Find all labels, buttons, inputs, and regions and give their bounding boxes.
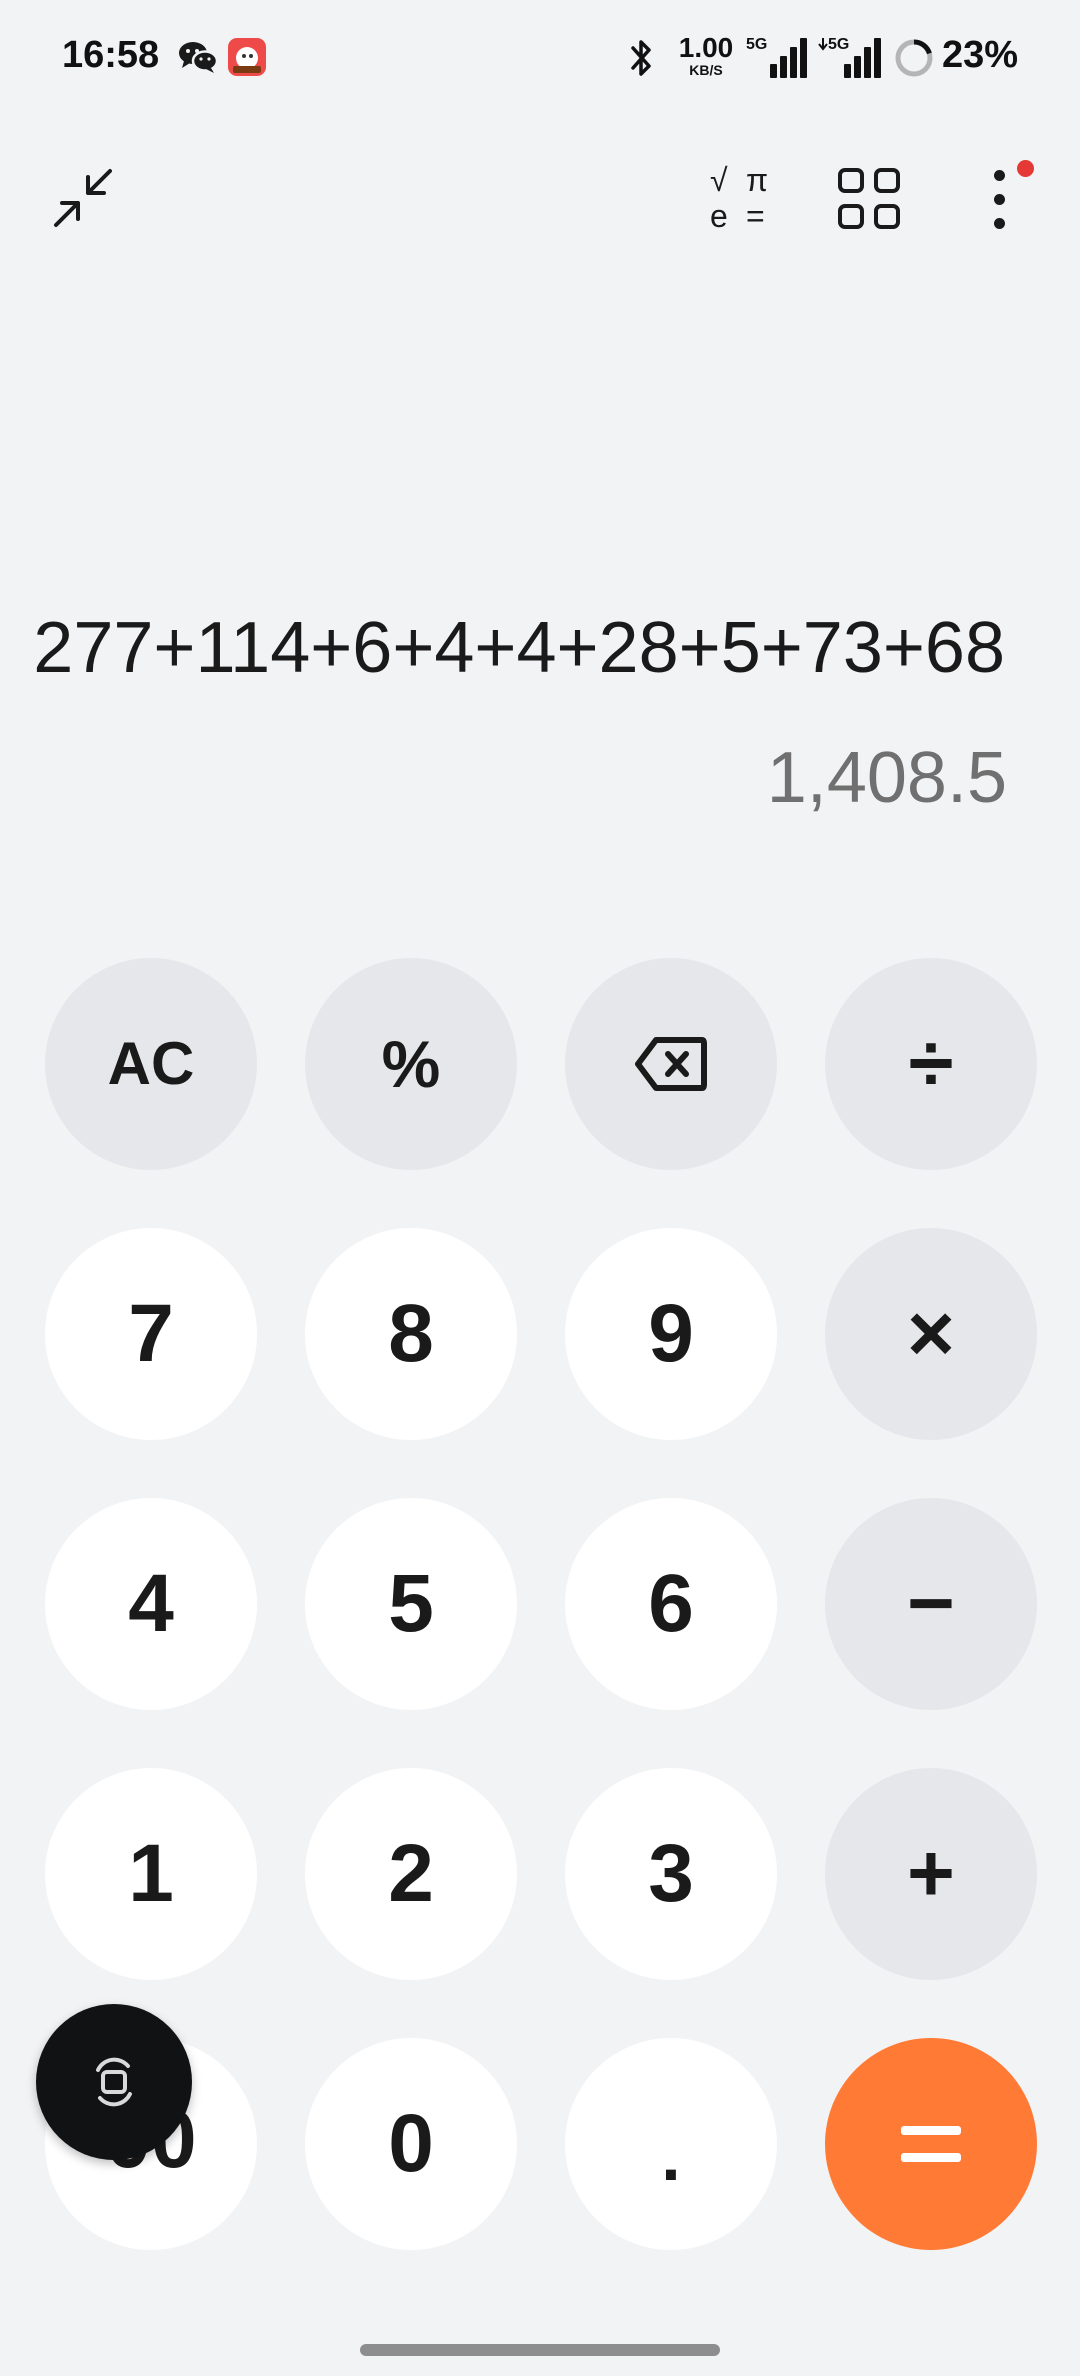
screen-rotate-button[interactable] <box>36 2004 192 2160</box>
equals-icon <box>901 2126 961 2162</box>
equals-button[interactable] <box>825 2038 1037 2250</box>
collapse-arrows-icon[interactable] <box>50 165 116 231</box>
battery-ring-icon <box>894 38 934 78</box>
digit-5-button[interactable]: 5 <box>305 1498 517 1710</box>
bluetooth-icon <box>628 36 656 80</box>
network-speed: 1.00 KB/S <box>678 32 734 79</box>
calculator-screen: 16:58 1.00 KB/S 5G 5G 23% √ π e = 277+11… <box>0 0 1080 2376</box>
home-indicator[interactable] <box>360 2344 720 2356</box>
divide-button[interactable]: ÷ <box>825 958 1037 1170</box>
backspace-button[interactable] <box>565 958 777 1170</box>
screen-rotate-icon <box>96 2057 132 2107</box>
digit-0-button[interactable]: 0 <box>305 2038 517 2250</box>
battery-percent: 23% <box>942 34 1019 76</box>
minus-button[interactable]: − <box>825 1498 1037 1710</box>
signal-icon: 5G <box>818 36 881 78</box>
wechat-icon <box>178 40 219 74</box>
multiply-button[interactable]: × <box>825 1228 1037 1440</box>
clear-button[interactable]: AC <box>45 958 257 1170</box>
status-bar: 16:58 1.00 KB/S 5G 5G 23% <box>0 0 1080 120</box>
notification-dot <box>1017 160 1034 177</box>
scientific-mode-icon[interactable]: √ π e = <box>708 164 780 234</box>
digit-8-button[interactable]: 8 <box>305 1228 517 1440</box>
digit-2-button[interactable]: 2 <box>305 1768 517 1980</box>
status-time: 16:58 <box>62 34 160 76</box>
digit-1-button[interactable]: 1 <box>45 1768 257 1980</box>
signal-icon: 5G <box>746 36 807 78</box>
digit-6-button[interactable]: 6 <box>565 1498 777 1710</box>
plus-button[interactable]: + <box>825 1768 1037 1980</box>
expression-display[interactable]: 277+114+6+4+4+28+5+73+68 <box>0 603 1005 693</box>
digit-4-button[interactable]: 4 <box>45 1498 257 1710</box>
digit-9-button[interactable]: 9 <box>565 1228 777 1440</box>
app-notification-icon <box>228 38 266 76</box>
digit-3-button[interactable]: 3 <box>565 1768 777 1980</box>
grid-icon[interactable] <box>838 168 902 230</box>
backspace-icon <box>635 1037 707 1091</box>
result-preview: 1,408.5 <box>766 738 1007 818</box>
decimal-button[interactable]: . <box>565 2038 777 2250</box>
percent-button[interactable]: % <box>305 958 517 1170</box>
digit-7-button[interactable]: 7 <box>45 1228 257 1440</box>
